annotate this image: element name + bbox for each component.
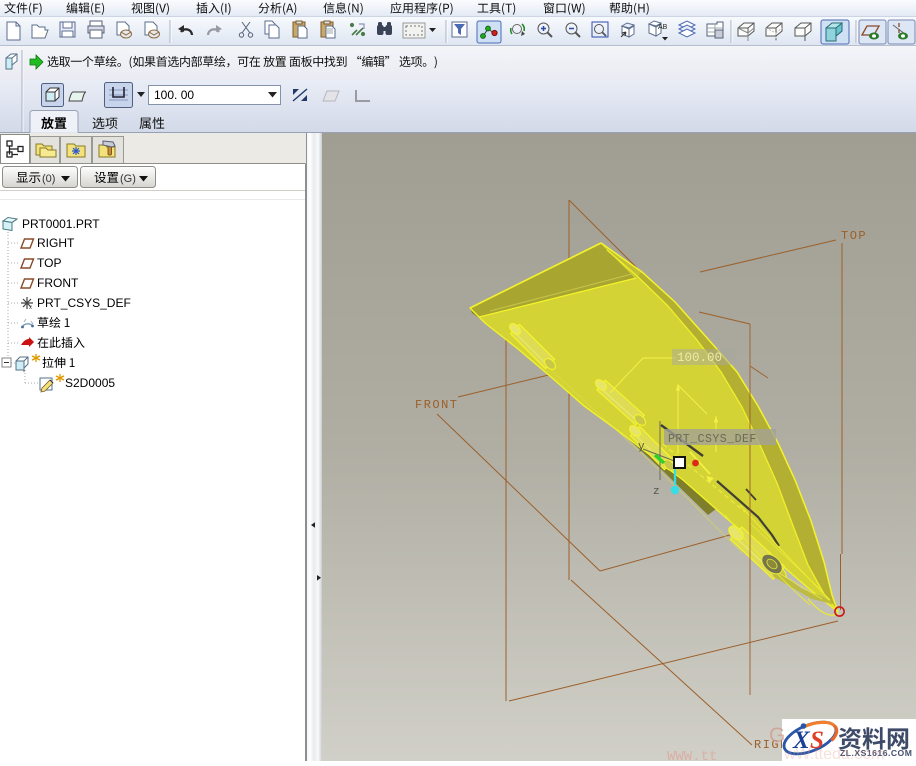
svg-text:100.00: 100.00: [677, 351, 722, 365]
svg-text:wW.tteda.com: wW.tteda.com: [783, 746, 884, 761]
svg-text:AB: AB: [658, 24, 668, 31]
svg-text:TOP: TOP: [841, 229, 867, 243]
svg-text:TOP: TOP: [37, 256, 61, 270]
svg-text:FRONT: FRONT: [37, 276, 79, 290]
svg-text:G: G: [769, 724, 785, 747]
svg-text:z: z: [653, 486, 660, 498]
svg-text:S2D0005: S2D0005: [65, 376, 115, 390]
svg-text:x: x: [29, 305, 32, 311]
svg-text:FRONT: FRONT: [415, 398, 459, 412]
svg-text:y: y: [638, 441, 645, 453]
svg-text:PRT0001.PRT: PRT0001.PRT: [22, 217, 100, 231]
svg-text:RIGHT: RIGHT: [37, 236, 75, 250]
svg-text:PRT_CSYS_DEF: PRT_CSYS_DEF: [37, 296, 131, 310]
svg-text:WWW.tt: WWW.tt: [667, 749, 717, 761]
svg-text:(0): (0): [42, 173, 55, 185]
svg-text:(G): (G): [120, 173, 136, 185]
svg-text:PRT_CSYS_DEF: PRT_CSYS_DEF: [668, 433, 757, 446]
svg-text:100. 00: 100. 00: [154, 88, 194, 102]
